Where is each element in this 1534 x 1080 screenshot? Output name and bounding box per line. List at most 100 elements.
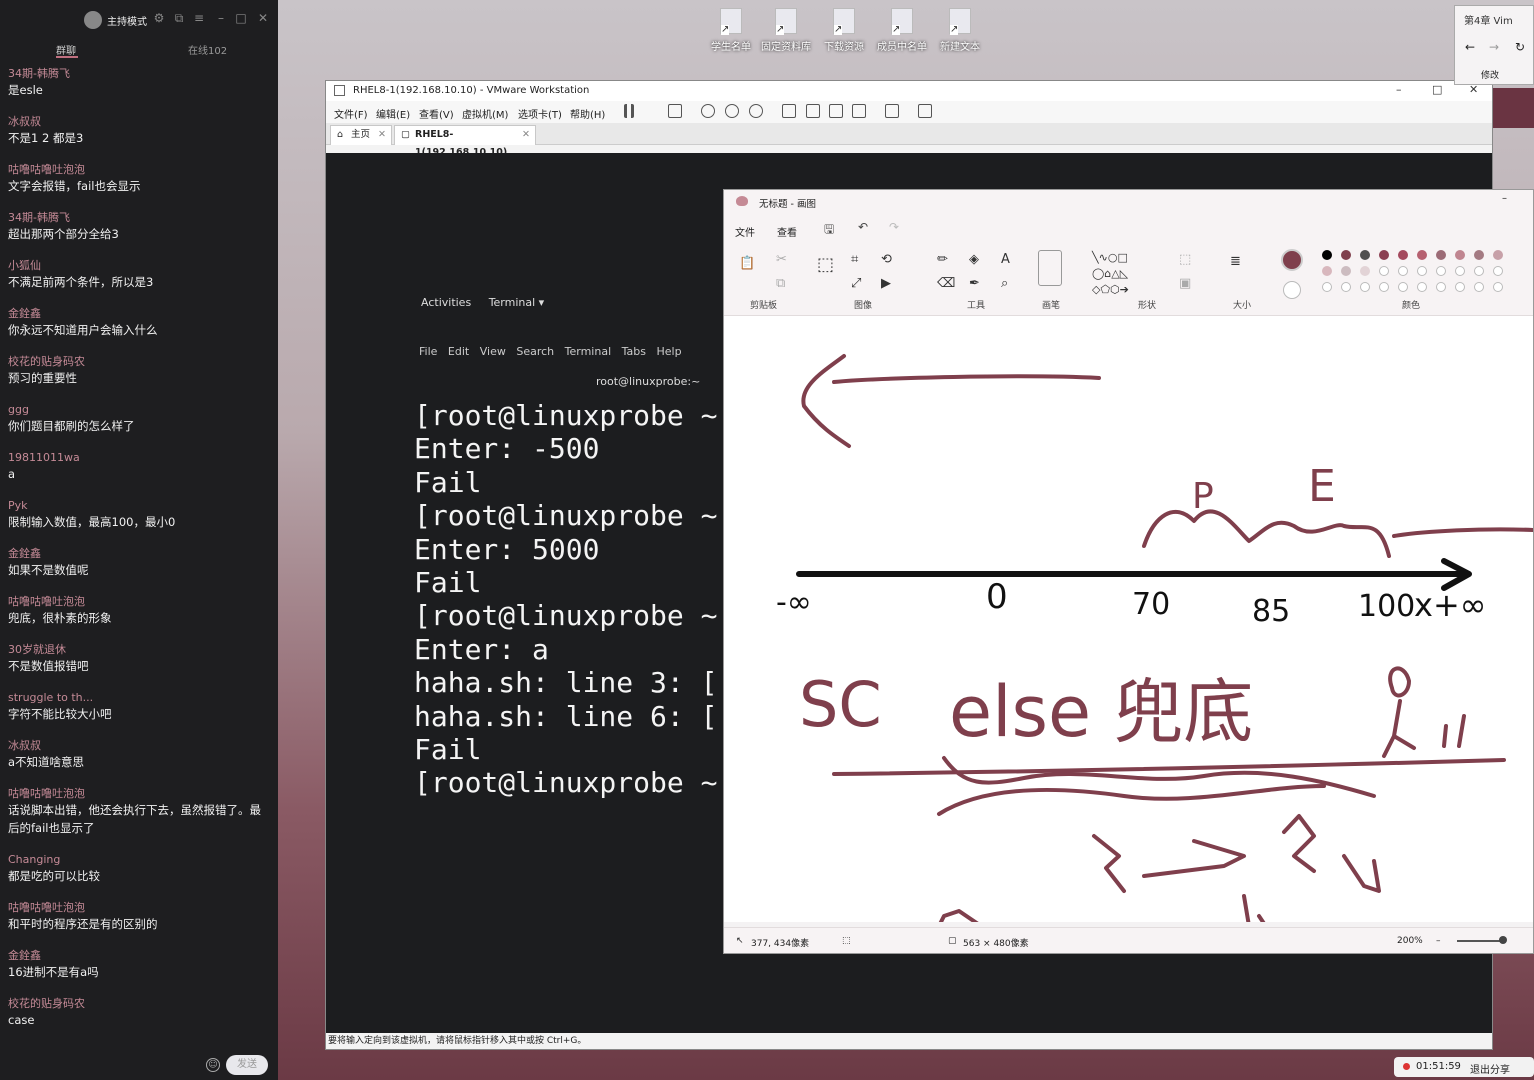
- undo-icon[interactable]: ↶: [858, 220, 868, 234]
- palette-color[interactable]: [1474, 282, 1484, 292]
- zoom-out-icon[interactable]: –: [1436, 936, 1441, 946]
- desktop-icon[interactable]: 新建文本: [932, 8, 988, 53]
- tab-group-chat[interactable]: 群聊: [56, 42, 76, 57]
- term-menu-terminal[interactable]: Terminal: [565, 345, 612, 358]
- desktop-icon[interactable]: 固定资料库: [758, 8, 814, 53]
- browser-tab[interactable]: 第4章 Vim: [1464, 12, 1513, 27]
- close-icon[interactable]: ✕: [256, 11, 270, 25]
- desktop-icon[interactable]: 下载资源: [816, 8, 872, 53]
- brush-icon[interactable]: [1038, 250, 1062, 286]
- color2-swatch[interactable]: [1283, 281, 1301, 299]
- color1-swatch[interactable]: [1281, 249, 1303, 271]
- minimize-icon[interactable]: –: [1502, 193, 1507, 204]
- palette-color[interactable]: [1341, 282, 1351, 292]
- settings-icon[interactable]: ⚙: [152, 11, 166, 25]
- revert-snapshot-icon[interactable]: [725, 104, 739, 118]
- exit-share-button[interactable]: 退出分享: [1470, 1061, 1510, 1076]
- cut-icon[interactable]: ✂: [776, 252, 787, 267]
- palette-color[interactable]: [1398, 250, 1408, 260]
- palette-color[interactable]: [1398, 266, 1408, 276]
- desktop-icon[interactable]: 成员中名单: [874, 8, 930, 53]
- menu-tabs[interactable]: 选项卡(T): [518, 106, 562, 121]
- size-icon[interactable]: ≣: [1230, 254, 1241, 269]
- palette-color[interactable]: [1493, 266, 1503, 276]
- text-icon[interactable]: A: [1001, 252, 1010, 267]
- snapshot-manager-icon[interactable]: [749, 104, 763, 118]
- menu-file[interactable]: 文件(F): [334, 106, 368, 121]
- close-icon[interactable]: ✕: [378, 126, 386, 144]
- zoom-slider-thumb[interactable]: [1499, 936, 1507, 944]
- term-menu-search[interactable]: Search: [516, 345, 554, 358]
- terminal-output[interactable]: [root@linuxprobe ~ Enter: -500 Fail [roo…: [414, 399, 734, 819]
- maximize-icon[interactable]: □: [1432, 83, 1442, 96]
- minimize-icon[interactable]: –: [1396, 83, 1402, 96]
- menu-icon[interactable]: ≡: [192, 11, 206, 25]
- popout-icon[interactable]: ⧉: [172, 11, 186, 25]
- palette-color[interactable]: [1493, 250, 1503, 260]
- magnifier-icon[interactable]: ⌕: [1001, 276, 1008, 291]
- color-picker-icon[interactable]: ✒: [969, 276, 980, 291]
- palette-color[interactable]: [1455, 266, 1465, 276]
- palette-color[interactable]: [1341, 266, 1351, 276]
- unity-icon[interactable]: [852, 104, 866, 118]
- stretch-icon[interactable]: [918, 104, 932, 118]
- redo-icon[interactable]: ↷: [889, 220, 899, 234]
- palette-color[interactable]: [1341, 250, 1351, 260]
- fill-shape-icon[interactable]: ▣: [1179, 276, 1191, 291]
- palette-color[interactable]: [1379, 282, 1389, 292]
- palette-color[interactable]: [1455, 250, 1465, 260]
- refresh-icon[interactable]: ↻: [1515, 40, 1525, 54]
- paste-icon[interactable]: 📋: [739, 256, 755, 271]
- terminal-app-menu[interactable]: Terminal ▾: [489, 296, 545, 309]
- edit-label[interactable]: 修改: [1481, 68, 1499, 81]
- palette-color[interactable]: [1417, 250, 1427, 260]
- palette-color[interactable]: [1398, 282, 1408, 292]
- back-icon[interactable]: ←: [1465, 40, 1475, 54]
- palette-color[interactable]: [1436, 250, 1446, 260]
- pencil-icon[interactable]: ✏: [937, 252, 948, 267]
- rotate-icon[interactable]: ⟲: [881, 252, 892, 267]
- close-icon[interactable]: ✕: [522, 126, 530, 144]
- term-menu-file[interactable]: File: [419, 345, 437, 358]
- menu-vm[interactable]: 虚拟机(M): [462, 106, 508, 121]
- palette-color[interactable]: [1474, 266, 1484, 276]
- shapes-icon[interactable]: ╲∿○□ ◯⌂△◺ ◇⬠⬡➔: [1092, 250, 1167, 298]
- tab-vm[interactable]: ▢ RHEL8-1(192.168.10.10) ✕: [394, 125, 536, 158]
- sidebar-toggle-icon[interactable]: [782, 104, 796, 118]
- send-keys-icon[interactable]: [668, 104, 682, 118]
- menu-help[interactable]: 帮助(H): [570, 106, 605, 121]
- flip-icon[interactable]: ▶: [881, 276, 891, 291]
- palette-color[interactable]: [1493, 282, 1503, 292]
- term-menu-tabs[interactable]: Tabs: [622, 345, 646, 358]
- palette-color[interactable]: [1417, 266, 1427, 276]
- palette-color[interactable]: [1474, 250, 1484, 260]
- pause-icon[interactable]: [624, 104, 634, 118]
- eraser-icon[interactable]: ⌫: [937, 276, 955, 291]
- copy-icon[interactable]: ⧉: [776, 276, 785, 291]
- zoom-slider[interactable]: [1457, 940, 1505, 942]
- palette-color[interactable]: [1379, 250, 1389, 260]
- select-icon[interactable]: ⬚: [817, 254, 834, 275]
- minimize-icon[interactable]: –: [214, 11, 228, 25]
- paint-menu-view[interactable]: 查看: [777, 224, 797, 239]
- desktop-icon[interactable]: 学生名单: [703, 8, 759, 53]
- forward-icon[interactable]: →: [1489, 40, 1499, 54]
- term-menu-help[interactable]: Help: [657, 345, 682, 358]
- console-icon[interactable]: [885, 104, 899, 118]
- term-menu-edit[interactable]: Edit: [448, 345, 469, 358]
- tab-online[interactable]: 在线102: [188, 42, 227, 57]
- palette-color[interactable]: [1455, 282, 1465, 292]
- maximize-icon[interactable]: □: [234, 11, 248, 25]
- palette-color[interactable]: [1322, 282, 1332, 292]
- palette-color[interactable]: [1436, 266, 1446, 276]
- term-menu-view[interactable]: View: [480, 345, 506, 358]
- resize-icon[interactable]: ⤢: [851, 276, 861, 291]
- emoji-icon[interactable]: ☺: [206, 1058, 220, 1072]
- activities-button[interactable]: Activities: [421, 296, 471, 309]
- fill-icon[interactable]: ◈: [969, 252, 979, 267]
- drawing-canvas[interactable]: -∞ 0 70 85 100 x+∞ P E SC else 兜底: [724, 316, 1533, 922]
- palette-color[interactable]: [1379, 266, 1389, 276]
- message-list[interactable]: 34期-韩腾飞 是esle 冰叔叔 不是1 2 都是3 咕噜咕噜吐泡泡 文字会报错，f…: [0, 62, 278, 1040]
- paint-menu-file[interactable]: 文件: [735, 224, 755, 239]
- outline-icon[interactable]: ⬚: [1179, 252, 1191, 267]
